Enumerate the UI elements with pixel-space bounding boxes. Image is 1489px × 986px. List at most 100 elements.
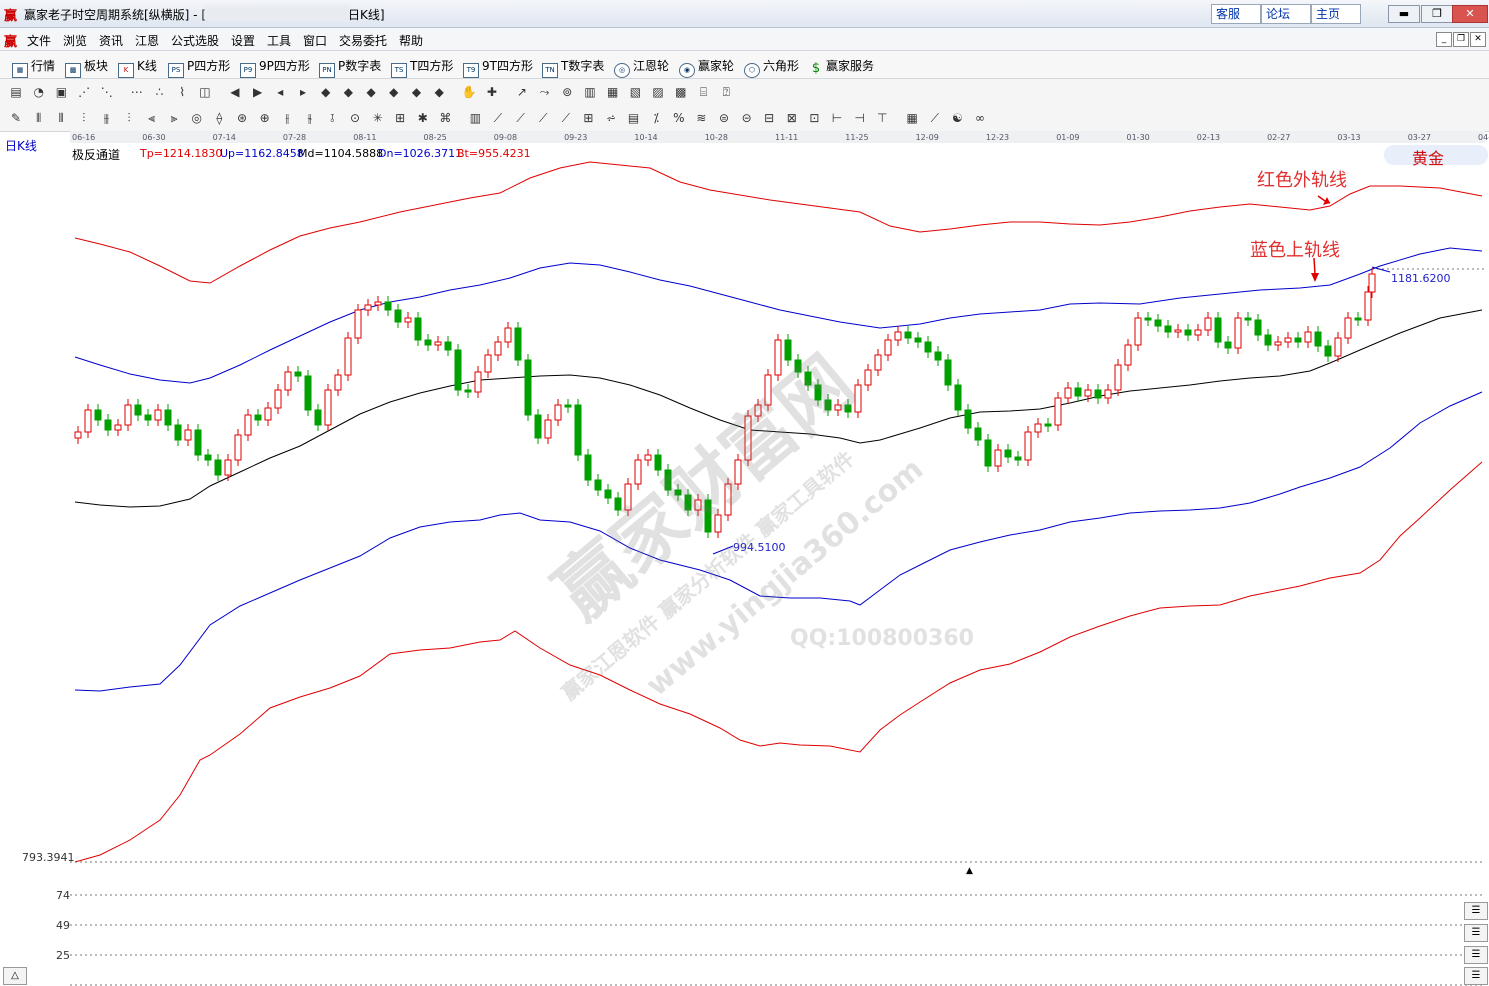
draw-tool-28-icon[interactable]: ▨ xyxy=(650,84,666,100)
chart-tool-38-icon[interactable]: ⊣ xyxy=(852,110,868,126)
chart-tool-37-icon[interactable]: ⊢ xyxy=(829,110,845,126)
draw-tool-13-icon[interactable]: ▸ xyxy=(295,84,311,100)
mdi-close-button[interactable]: ✕ xyxy=(1470,32,1486,47)
tool-gann-wheel[interactable]: ◎ 江恩轮 xyxy=(614,57,669,78)
draw-tool-25-icon[interactable]: ▥ xyxy=(582,84,598,100)
chart-tool-35-icon[interactable]: ⊠ xyxy=(784,110,800,126)
chart-tool-12-icon[interactable]: ⊕ xyxy=(257,110,273,126)
chart-tool-33-icon[interactable]: ⊝ xyxy=(739,110,755,126)
home-link[interactable]: 主页 xyxy=(1311,4,1361,24)
chart-tool-31-icon[interactable]: ≋ xyxy=(693,110,709,126)
chart-tool-22-icon[interactable]: ⟋ xyxy=(490,110,506,126)
chart-tool-28-icon[interactable]: ▤ xyxy=(626,110,642,126)
tool-9p-square[interactable]: P9 9P四方形 xyxy=(240,57,310,78)
chart-tool-7-icon[interactable]: ⫷ xyxy=(144,110,160,126)
subchart-button-3[interactable]: ☰ xyxy=(1464,946,1488,964)
draw-tool-2-icon[interactable]: ◔ xyxy=(31,84,47,100)
draw-tool-31-icon[interactable]: ⍰ xyxy=(718,84,734,100)
chart-tool-19-icon[interactable]: ✱ xyxy=(415,110,431,126)
minimize-button[interactable]: ▬ xyxy=(1388,5,1420,23)
chart-tool-2-icon[interactable]: ⫴ xyxy=(31,110,47,126)
chart-tool-27-icon[interactable]: ⩫ xyxy=(603,110,619,126)
mdi-restore-button[interactable]: ❐ xyxy=(1453,32,1469,47)
chart-tool-16-icon[interactable]: ⊙ xyxy=(347,110,363,126)
chart-tool-36-icon[interactable]: ⊡ xyxy=(806,110,822,126)
subchart-button-2[interactable]: ☰ xyxy=(1464,924,1488,942)
menu-tools[interactable]: 工具 xyxy=(267,32,291,49)
draw-tool-6-icon[interactable]: ⋯ xyxy=(129,84,145,100)
chart-tool-3-icon[interactable]: ⫴ xyxy=(53,110,69,126)
chart-tool-6-icon[interactable]: ⫶ xyxy=(121,110,137,126)
chart-tool-29-icon[interactable]: ⁒ xyxy=(648,110,664,126)
chart-tool-11-icon[interactable]: ⊛ xyxy=(234,110,250,126)
subchart-button-1[interactable]: ☰ xyxy=(1464,902,1488,920)
chart-tool-4-icon[interactable]: ⫶ xyxy=(76,110,92,126)
chart-tool-40-icon[interactable]: ▦ xyxy=(904,110,920,126)
menu-formula[interactable]: 公式选股 xyxy=(171,32,219,49)
chart-tool-32-icon[interactable]: ⊜ xyxy=(716,110,732,126)
draw-tool-26-icon[interactable]: ▦ xyxy=(605,84,621,100)
draw-tool-7-icon[interactable]: ∴ xyxy=(152,84,168,100)
chart-tool-26-icon[interactable]: ⊞ xyxy=(580,110,596,126)
tool-hexagon[interactable]: ⬡ 六角形 xyxy=(744,57,799,78)
tool-kline[interactable]: K K线 xyxy=(118,57,157,78)
draw-tool-15-icon[interactable]: ◆ xyxy=(340,84,356,100)
draw-tool-29-icon[interactable]: ▩ xyxy=(673,84,689,100)
menu-help[interactable]: 帮助 xyxy=(399,32,423,49)
draw-tool-5-icon[interactable]: ⋱ xyxy=(99,84,115,100)
chart-tool-8-icon[interactable]: ⫸ xyxy=(166,110,182,126)
close-button[interactable]: ✕ xyxy=(1452,5,1488,23)
draw-tool-10-icon[interactable]: ◀ xyxy=(227,84,243,100)
menu-browse[interactable]: 浏览 xyxy=(63,32,87,49)
draw-tool-27-icon[interactable]: ▧ xyxy=(627,84,643,100)
tool-p-table[interactable]: PN P数字表 xyxy=(319,57,381,78)
draw-tool-20-icon[interactable]: ✋ xyxy=(461,84,477,100)
draw-tool-22-icon[interactable]: ↗ xyxy=(514,84,530,100)
draw-tool-18-icon[interactable]: ◆ xyxy=(409,84,425,100)
chart-tool-21-icon[interactable]: ▥ xyxy=(467,110,483,126)
menu-info[interactable]: 资讯 xyxy=(99,32,123,49)
chart-tool-9-icon[interactable]: ◎ xyxy=(189,110,205,126)
chart-tool-25-icon[interactable]: ⟋ xyxy=(558,110,574,126)
chart-tool-1-icon[interactable]: ✎ xyxy=(8,110,24,126)
draw-tool-21-icon[interactable]: ✚ xyxy=(484,84,500,100)
draw-tool-16-icon[interactable]: ◆ xyxy=(363,84,379,100)
draw-tool-23-icon[interactable]: ⤳ xyxy=(537,84,553,100)
chart-tool-17-icon[interactable]: ✳ xyxy=(370,110,386,126)
menu-settings[interactable]: 设置 xyxy=(231,32,255,49)
draw-tool-24-icon[interactable]: ⊚ xyxy=(559,84,575,100)
draw-tool-1-icon[interactable]: ▤ xyxy=(8,84,24,100)
chart-tool-43-icon[interactable]: ∞ xyxy=(972,110,988,126)
tool-t-square[interactable]: TS T四方形 xyxy=(391,57,453,78)
chart-tool-42-icon[interactable]: ☯ xyxy=(949,110,965,126)
chart-tool-34-icon[interactable]: ⊟ xyxy=(761,110,777,126)
draw-tool-4-icon[interactable]: ⋰ xyxy=(76,84,92,100)
draw-tool-19-icon[interactable]: ◆ xyxy=(431,84,447,100)
tool-quotes[interactable]: ▦ 行情 xyxy=(12,57,55,78)
menu-window[interactable]: 窗口 xyxy=(303,32,327,49)
draw-tool-9-icon[interactable]: ◫ xyxy=(197,84,213,100)
chart-tool-20-icon[interactable]: ⌘ xyxy=(437,110,453,126)
chart-tool-39-icon[interactable]: ⊤ xyxy=(874,110,890,126)
chart-tool-10-icon[interactable]: ⟠ xyxy=(211,110,227,126)
tool-t-table[interactable]: TN T数字表 xyxy=(542,57,604,78)
chart-tool-5-icon[interactable]: ⫵ xyxy=(98,110,114,126)
chart-tool-41-icon[interactable]: ⟋ xyxy=(927,110,943,126)
tool-winner-wheel[interactable]: ◉ 赢家轮 xyxy=(679,57,734,78)
chart-tool-18-icon[interactable]: ⊞ xyxy=(392,110,408,126)
subchart-button-4[interactable]: ☰ xyxy=(1464,967,1488,985)
tool-sectors[interactable]: ▩ 板块 xyxy=(65,57,108,78)
mdi-minimize-button[interactable]: _ xyxy=(1436,32,1452,47)
menu-file[interactable]: 文件 xyxy=(27,32,51,49)
expand-subchart-button[interactable]: △ xyxy=(3,967,27,985)
draw-tool-11-icon[interactable]: ▶ xyxy=(250,84,266,100)
draw-tool-8-icon[interactable]: ⌇ xyxy=(174,84,190,100)
forum-link[interactable]: 论坛 xyxy=(1261,4,1311,24)
menu-trade[interactable]: 交易委托 xyxy=(339,32,387,49)
chart-tool-15-icon[interactable]: ⫱ xyxy=(324,110,340,126)
tool-winner-service[interactable]: $ 赢家服务 xyxy=(809,57,874,75)
tool-p-square[interactable]: PS P四方形 xyxy=(168,57,230,78)
draw-tool-3-icon[interactable]: ▣ xyxy=(53,84,69,100)
tool-9t-square[interactable]: T9 9T四方形 xyxy=(463,57,533,78)
chart-tool-30-icon[interactable]: % xyxy=(671,110,687,126)
